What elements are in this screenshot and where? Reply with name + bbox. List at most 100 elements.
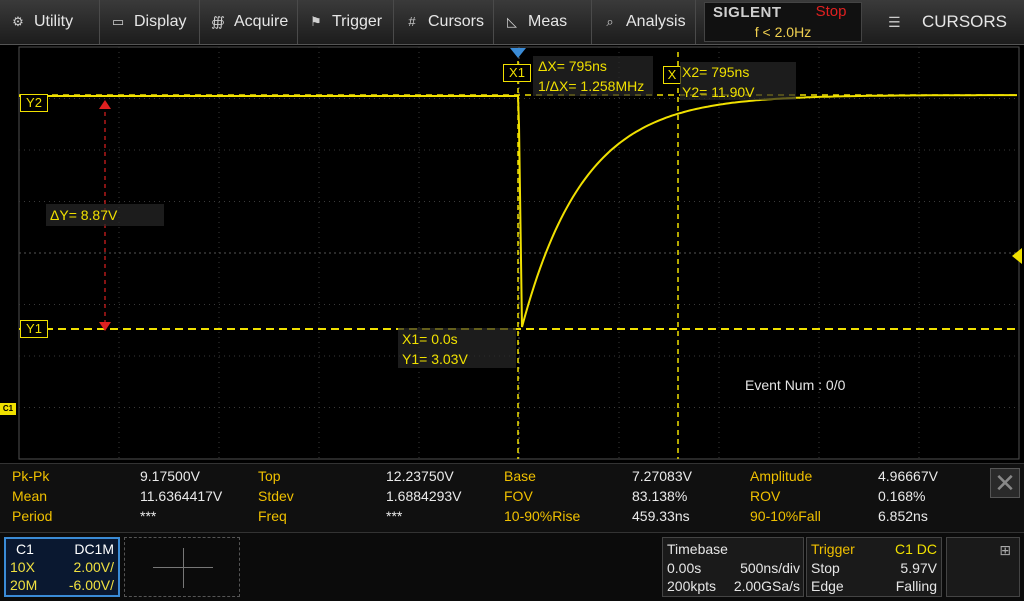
menu-trigger-label: Trigger: [332, 13, 383, 30]
brand-logo: SIGLENT: [713, 4, 782, 21]
trigger-level: 5.97V: [900, 560, 937, 576]
list-icon: ☰: [888, 13, 901, 30]
menu-analysis[interactable]: ⌕ Analysis: [592, 0, 696, 44]
meas-label: Mean: [12, 488, 48, 504]
timebase-panel[interactable]: Timebase 0.00s 500ns/div 200kpts 2.00GSa…: [662, 537, 804, 597]
menu-utility-label: Utility: [34, 13, 74, 30]
trigger-source: C1 DC: [894, 541, 937, 557]
network-icon: ⊞: [999, 542, 1011, 558]
delta-x-value: ΔX= 795ns: [538, 58, 607, 74]
x2-value: X2= 795ns: [682, 64, 750, 80]
meas-value: 0.168%: [878, 488, 926, 504]
channel-scale: 2.00V/: [73, 559, 114, 575]
delta-y-arrow-top: [99, 100, 111, 109]
trigger-title: Trigger: [811, 541, 855, 557]
meas-value: 459.33ns: [632, 508, 690, 524]
menu-display[interactable]: ▭ Display: [100, 0, 200, 44]
display-icon: ▭: [111, 14, 125, 29]
meas-label: Period: [12, 508, 53, 524]
waveform-svg: [18, 46, 1022, 460]
x1-value: X1= 0.0s: [402, 331, 458, 347]
menu-trigger[interactable]: ⚑ Trigger: [298, 0, 394, 44]
status-panel: SIGLENT Stop f < 2.0Hz: [704, 2, 862, 42]
cursors-icon: #: [408, 14, 416, 29]
menu-utility[interactable]: ⚙ Utility: [0, 0, 100, 44]
channel-coupling: DC1M: [74, 541, 114, 557]
utility-icon: ⚙: [12, 14, 24, 29]
timebase-points: 200kpts: [667, 578, 717, 594]
y2-value: Y2= 11.90V: [682, 84, 755, 100]
event-number: Event Num : 0/0: [745, 377, 846, 393]
measurement-row: Pk-Pk 9.17500V Top 12.23750V Base 7.2708…: [0, 466, 990, 486]
trigger-type: Edge: [811, 578, 844, 594]
y1-value: Y1= 3.03V: [402, 351, 468, 367]
meas-label: Pk-Pk: [12, 468, 50, 484]
analysis-icon: ⌕: [606, 14, 614, 29]
run-state[interactable]: Stop: [801, 3, 861, 23]
menu-meas-label: Meas: [528, 13, 568, 30]
meas-value: ***: [140, 508, 157, 524]
meas-label: ROV: [750, 488, 781, 504]
meas-value: 12.23750V: [386, 468, 454, 484]
timebase-scale: 500ns/div: [740, 560, 800, 576]
waveform-display[interactable]: Y2 Y1 C1 X1 ΔX= 795ns 1/ΔX= 1.258MHz X X…: [0, 46, 1024, 462]
meas-value: 83.138%: [632, 488, 688, 504]
meas-value: 9.17500V: [140, 468, 200, 484]
timebase-delay: 0.00s: [667, 560, 702, 576]
meas-label: Top: [258, 468, 281, 484]
channel1-trace: [19, 94, 1017, 328]
inverse-delta-x-value: 1/ΔX= 1.258MHz: [538, 78, 645, 94]
menu-display-label: Display: [134, 13, 187, 30]
meas-label: Stdev: [258, 488, 294, 504]
menu-analysis-label: Analysis: [626, 13, 686, 30]
meas-label: Freq: [258, 508, 287, 524]
meas-label: FOV: [504, 488, 533, 504]
measurement-row: Mean 11.6364417V Stdev 1.6884293V FOV 83…: [0, 486, 990, 506]
trigger-slope: Falling: [895, 578, 937, 594]
cursor-tag-y1[interactable]: Y1: [20, 320, 48, 338]
add-channel-slot[interactable]: [124, 537, 240, 597]
channel-probe: 10X: [10, 559, 35, 575]
meas-label: 10-90%Rise: [504, 508, 581, 524]
meas-value: 6.852ns: [878, 508, 928, 524]
timebase-title: Timebase: [667, 541, 728, 557]
menu-cursors-label: Cursors: [428, 13, 485, 30]
menu-acquire-label: Acquire: [234, 13, 289, 30]
close-icon: ✕: [994, 468, 1016, 498]
cursor-tag-x1[interactable]: X1: [503, 64, 531, 82]
meas-value: 4.96667V: [878, 468, 938, 484]
trigger-level-marker[interactable]: [1012, 248, 1022, 264]
meas-value: 7.27083V: [632, 468, 692, 484]
channel-offset-tag[interactable]: C1: [0, 403, 16, 415]
channel-offset: -6.00V/: [68, 577, 114, 593]
trigger-panel[interactable]: Trigger C1 DC Stop 5.97V Edge Falling: [806, 537, 942, 597]
mode-label: CURSORS: [922, 12, 1008, 31]
menu-acquire[interactable]: ∰ Acquire: [200, 0, 298, 44]
meas-label: Amplitude: [750, 468, 813, 484]
network-status[interactable]: ⊞: [946, 537, 1020, 597]
menu-bar: ⚙ Utility ▭ Display ∰ Acquire ⚑ Trigger # Cur…: [0, 0, 1024, 45]
acquire-icon: ∰: [211, 14, 225, 29]
trigger-position-marker[interactable]: [510, 48, 526, 58]
bottom-status-bar: C1 DC1M 10X 2.00V/ 20M -6.00V/ Timebase …: [0, 532, 1024, 601]
cursor-tag-x2[interactable]: X: [663, 66, 681, 84]
menu-meas[interactable]: ◺ Meas: [494, 0, 592, 44]
measurement-row: Period *** Freq *** 10-90%Rise 459.33ns …: [0, 506, 990, 526]
meas-value: 1.6884293V: [386, 488, 462, 504]
channel-name: C1: [16, 541, 34, 557]
timebase-sample-rate: 2.00GSa/s: [733, 578, 800, 594]
mode-indicator[interactable]: ☰ CURSORS: [870, 0, 1024, 44]
channel1-settings[interactable]: C1 DC1M 10X 2.00V/ 20M -6.00V/: [4, 537, 120, 597]
meas-icon: ◺: [507, 14, 517, 29]
meas-value: 11.6364417V: [140, 488, 223, 504]
menu-cursors[interactable]: # Cursors: [394, 0, 494, 44]
delta-y-value: ΔY= 8.87V: [50, 207, 118, 223]
cursor-tag-y2[interactable]: Y2: [20, 94, 48, 112]
meas-label: 90-10%Fall: [750, 508, 821, 524]
meas-value: ***: [386, 508, 403, 524]
channel-bandwidth: 20M: [10, 577, 38, 593]
meas-label: Base: [504, 468, 536, 484]
close-measurements-button[interactable]: ✕: [990, 468, 1020, 498]
trigger-state: Stop: [811, 560, 840, 576]
trigger-frequency: f < 2.0Hz: [754, 24, 812, 40]
